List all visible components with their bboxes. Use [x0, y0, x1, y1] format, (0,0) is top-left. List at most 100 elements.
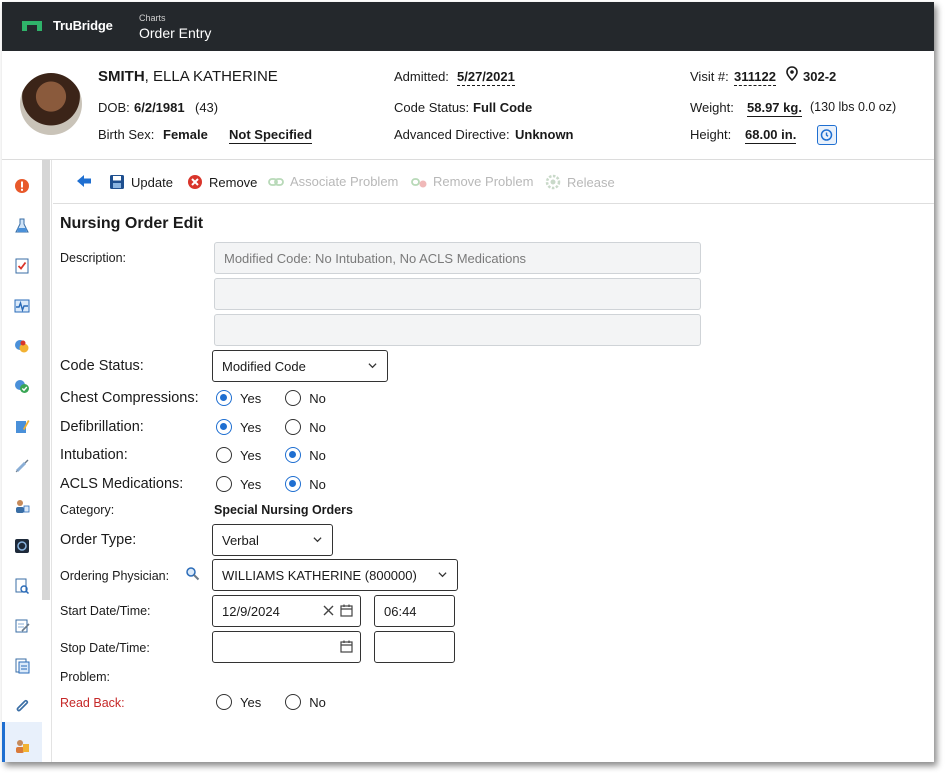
- top-bar: TruBridge Charts Order Entry: [2, 2, 934, 51]
- save-icon: [110, 175, 124, 189]
- patient-name: SMITH, ELLA KATHERINE: [98, 68, 278, 85]
- chest-compressions-no-radio[interactable]: [285, 390, 302, 406]
- clear-x-icon[interactable]: [323, 605, 334, 616]
- start-time-input[interactable]: 06:44: [374, 595, 455, 627]
- measurements-history-button[interactable]: [817, 125, 837, 145]
- description-line-2[interactable]: [214, 278, 701, 310]
- imaging-scan-icon[interactable]: [14, 538, 30, 554]
- start-date-input[interactable]: 12/9/2024: [212, 595, 361, 627]
- location-pin-icon: [786, 66, 798, 81]
- stop-date-input[interactable]: [212, 631, 361, 663]
- defibrillation-yes-radio[interactable]: [216, 419, 232, 435]
- breadcrumb-section[interactable]: Charts: [139, 13, 166, 23]
- calendar-icon[interactable]: [340, 604, 353, 617]
- radio-label-yes: Yes: [240, 390, 262, 406]
- admitted-label: Admitted:: [394, 69, 449, 84]
- defibrillation-radio-group: Yes No: [216, 419, 350, 435]
- trubridge-logo-icon: [22, 21, 42, 31]
- physician-search-icon[interactable]: [185, 566, 200, 581]
- radio-label-yes: Yes: [240, 419, 262, 435]
- orders-edit-icon[interactable]: [14, 418, 30, 434]
- reports-icon[interactable]: [14, 658, 30, 674]
- height-value[interactable]: 68.00 in.: [745, 127, 797, 144]
- description-line-1[interactable]: Modified Code: No Intubation, No ACLS Me…: [214, 242, 701, 274]
- verified-orders-icon[interactable]: [14, 378, 30, 394]
- release-button[interactable]: Release: [545, 174, 615, 190]
- radio-label-yes: Yes: [240, 447, 262, 463]
- remove-problem-button[interactable]: Remove Problem: [411, 174, 533, 189]
- nursing-order-icon[interactable]: [14, 738, 30, 754]
- ordering-physician-select[interactable]: WILLIAMS KATHERINE (800000): [212, 559, 458, 591]
- document-search-icon[interactable]: [14, 578, 30, 594]
- brand-name: TruBridge: [53, 18, 113, 33]
- calendar-icon[interactable]: [340, 640, 353, 653]
- code-status-selected: Modified Code: [222, 359, 306, 374]
- read-back-label: Read Back:: [60, 696, 125, 710]
- room-value: 302-2: [803, 69, 837, 84]
- problem-label: Problem:: [60, 670, 111, 684]
- weight-value[interactable]: 58.97 kg.: [747, 100, 802, 117]
- care-team-icon[interactable]: [14, 498, 30, 514]
- radio-label-yes: Yes: [240, 476, 262, 492]
- remove-problem-label: Remove Problem: [433, 174, 534, 189]
- weight-label: Weight:: [690, 100, 734, 115]
- alert-icon[interactable]: [14, 178, 30, 194]
- acls-medications-radio-group: Yes No: [216, 476, 350, 492]
- order-type-selected: Verbal: [222, 533, 259, 548]
- start-date-value: 12/9/2024: [222, 604, 280, 619]
- chevron-down-icon: [313, 537, 322, 543]
- update-button[interactable]: Update: [109, 174, 173, 190]
- intubation-no-radio[interactable]: [285, 447, 302, 463]
- unlink-icon: [411, 177, 427, 187]
- gender-link[interactable]: Not Specified: [229, 127, 313, 144]
- back-button[interactable]: [76, 174, 92, 188]
- weight-alt: (130 lbs 0.0 oz): [810, 100, 897, 114]
- vitals-monitor-icon[interactable]: [14, 298, 30, 314]
- read-back-no-radio[interactable]: [285, 694, 302, 710]
- chest-compressions-radio-group: Yes No: [216, 390, 350, 406]
- order-type-select[interactable]: Verbal: [212, 524, 333, 556]
- stop-datetime-label: Stop Date/Time:: [60, 641, 150, 655]
- category-label: Category:: [60, 503, 115, 517]
- link-icon: [268, 177, 284, 186]
- age-value: (43): [195, 100, 219, 115]
- attachment-icon[interactable]: [14, 698, 30, 714]
- intubation-yes-radio[interactable]: [216, 447, 232, 463]
- action-toolbar: Update Remove Associate Problem Remove P…: [53, 160, 934, 204]
- form-title: Nursing Order Edit: [60, 215, 204, 232]
- intubation-label: Intubation:: [60, 447, 128, 463]
- associate-problem-button[interactable]: Associate Problem: [268, 174, 398, 189]
- chest-compressions-yes-radio[interactable]: [216, 390, 232, 406]
- medications-icon[interactable]: [14, 338, 30, 354]
- admitted-value[interactable]: 5/27/2021: [457, 69, 515, 86]
- acls-yes-radio[interactable]: [216, 476, 232, 492]
- advanced-directive-label: Advanced Directive:: [394, 127, 510, 142]
- birth-sex-label: Birth Sex:: [98, 127, 155, 142]
- read-back-yes-radio[interactable]: [216, 694, 232, 710]
- height-label: Height:: [690, 127, 732, 142]
- defibrillation-no-radio[interactable]: [285, 419, 302, 435]
- dob-label: DOB:: [98, 100, 130, 115]
- code-status-field-label: Code Status:: [60, 358, 144, 374]
- checklist-icon[interactable]: [14, 258, 30, 274]
- page-title: Order Entry: [139, 25, 212, 41]
- intubation-radio-group: Yes No: [216, 447, 350, 463]
- chevron-down-icon: [438, 572, 447, 578]
- stop-time-input[interactable]: [374, 631, 455, 663]
- syringe-icon[interactable]: [14, 458, 30, 474]
- left-rail: [2, 160, 52, 762]
- visit-number[interactable]: 311122: [734, 69, 776, 86]
- remove-button[interactable]: Remove: [187, 174, 257, 190]
- ordering-physician-selected: WILLIAMS KATHERINE (800000): [222, 568, 417, 583]
- lab-flask-icon[interactable]: [14, 218, 30, 234]
- acls-no-radio[interactable]: [285, 476, 302, 492]
- code-status-select[interactable]: Modified Code: [212, 350, 388, 382]
- radio-label-no: No: [309, 694, 326, 710]
- description-line-3[interactable]: [214, 314, 701, 346]
- notes-edit-icon[interactable]: [14, 618, 30, 634]
- patient-banner: SMITH, ELLA KATHERINE DOB: 6/2/1981 (43)…: [2, 51, 934, 160]
- rail-scrollbar[interactable]: [42, 160, 50, 600]
- chevron-down-icon: [368, 363, 377, 369]
- update-label: Update: [131, 174, 173, 190]
- dob-value: 6/2/1981: [134, 100, 185, 115]
